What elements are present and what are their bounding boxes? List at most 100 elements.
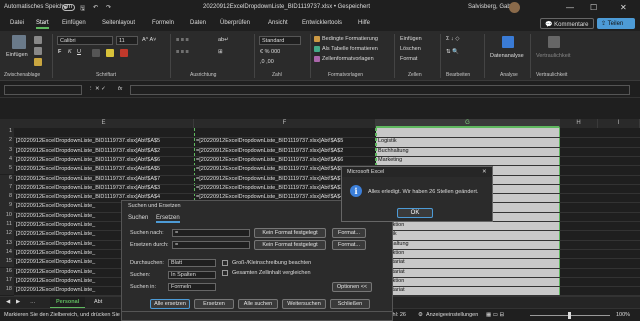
format-painter-icon[interactable] (34, 58, 42, 66)
prev-sheet-icon[interactable]: ◀ (6, 299, 10, 305)
redo-icon[interactable]: ↷ (106, 4, 111, 11)
name-box[interactable] (4, 85, 82, 95)
next-sheet-icon[interactable]: ▶ (16, 299, 20, 305)
sort-filter-icon[interactable]: ⇅ 🔍 (446, 49, 459, 55)
conditional-format-icon[interactable] (314, 36, 320, 42)
find-format-button[interactable]: Format... (332, 228, 366, 238)
tab-suchen[interactable]: Suchen (128, 215, 148, 221)
row-header[interactable]: 4 (0, 155, 14, 166)
align-left-icon[interactable]: ≡ ≡ ≡ (176, 49, 189, 55)
merge-icon[interactable]: ⊞ (218, 49, 223, 55)
cell-e[interactable]: [20220912ExcelDropdownListe_BID1119737.x… (16, 185, 192, 191)
row-header[interactable]: 5 (0, 165, 14, 175)
cell-f[interactable]: =[20220912ExcelDropdownListe_BID1119737.… (196, 157, 374, 163)
row-header[interactable]: 7 (0, 183, 14, 194)
display-settings-icon[interactable]: ⚙ (418, 312, 423, 318)
formula-input[interactable] (130, 85, 630, 95)
message-box-titlebar[interactable]: Microsoft Excel ✕ (342, 167, 492, 177)
cell-g[interactable]: Sekretariat (378, 269, 558, 275)
ok-button[interactable]: OK (397, 208, 433, 218)
row-header[interactable]: 13 (0, 239, 14, 249)
cell-g[interactable]: Produktion (378, 250, 558, 256)
maximize-icon[interactable]: ☐ (590, 3, 597, 12)
menu-ansicht[interactable]: Ansicht (268, 20, 288, 26)
italic-icon[interactable]: K (68, 49, 72, 55)
column-header-f[interactable]: F (194, 119, 376, 128)
zoom-level[interactable]: 100% (616, 312, 630, 318)
column-header-g[interactable]: G (376, 119, 560, 128)
select-all[interactable] (0, 119, 14, 128)
cell-g[interactable]: Sekretariat (378, 259, 558, 265)
currency-icon[interactable]: € % 000 (260, 49, 280, 55)
cell-e[interactable]: [20220912ExcelDropdownListe_BID1119737.x… (16, 148, 192, 154)
cell-g[interactable]: Marketing (378, 157, 558, 163)
cell-e[interactable]: [20220912ExcelDropdownListe_BID1119737.x… (16, 157, 192, 163)
row-header[interactable]: 18 (0, 286, 14, 296)
cell-styles-button[interactable]: Zellenformatvorlagen (322, 56, 374, 62)
data-analysis-icon[interactable] (502, 36, 514, 48)
row-header[interactable]: 9 (0, 202, 14, 212)
replace-format-button[interactable]: Format... (332, 240, 366, 250)
delete-cells-button[interactable]: Löschen (400, 46, 421, 52)
underline-icon[interactable]: U (77, 49, 81, 55)
cell-g[interactable]: Buchhaltung (378, 148, 558, 154)
options-button[interactable]: Optionen << (332, 282, 372, 292)
replace-all-button[interactable]: Alle ersetzen (150, 299, 190, 309)
autosum-icon[interactable]: Σ ↓ ◇ (446, 36, 459, 42)
menu-hilfe[interactable]: Hilfe (358, 20, 370, 26)
menu-start[interactable]: Start (36, 20, 49, 29)
font-size-select[interactable]: 11 (116, 36, 138, 45)
cell-g[interactable]: Buchhaltung (378, 241, 558, 247)
fill-color-icon[interactable] (106, 49, 114, 57)
conditional-format-button[interactable]: Bedingte Formatierung (322, 36, 378, 42)
format-table-icon[interactable] (314, 46, 320, 52)
wrap-text-icon[interactable]: ab↵ (218, 37, 229, 43)
bold-icon[interactable]: F (58, 49, 61, 55)
font-name-select[interactable]: Calibri (57, 36, 113, 45)
view-normal-icon[interactable]: ▦ ▭ ⊟ (486, 312, 504, 318)
undo-icon[interactable]: ↶ (93, 4, 98, 11)
zoom-slider-thumb[interactable] (568, 312, 571, 319)
format-table-button[interactable]: Als Tabelle formatieren (322, 46, 378, 52)
replace-button[interactable]: Ersetzen (194, 299, 234, 309)
display-settings[interactable]: Anzeigeeinstellungen (426, 312, 478, 318)
look-in-select[interactable]: Formeln (168, 283, 216, 291)
column-header-h[interactable]: H (560, 119, 598, 128)
copy-icon[interactable] (34, 47, 42, 55)
insert-cells-button[interactable]: Einfügen (400, 36, 422, 42)
cell-e[interactable]: [20220912ExcelDropdownListe_BID1119737.x… (16, 138, 192, 144)
column-header-e[interactable]: E (14, 119, 194, 128)
replace-with-input[interactable]: = (172, 241, 250, 249)
cell-g[interactable]: Produktion (378, 222, 558, 228)
border-icon[interactable] (92, 49, 100, 57)
comments-button[interactable]: 💬 Kommentare (540, 18, 594, 29)
menu-daten[interactable]: Daten (190, 20, 206, 26)
fx-icon[interactable]: fx (118, 86, 122, 92)
row-header[interactable]: 12 (0, 230, 14, 240)
cell-g[interactable]: Sekretariat (378, 287, 558, 293)
find-what-input[interactable]: = (172, 229, 250, 237)
cell-e[interactable]: [20220912ExcelDropdownListe_BID1119737.x… (16, 166, 192, 172)
cell-g[interactable]: Produktion (378, 278, 558, 284)
row-header[interactable]: 14 (0, 248, 14, 259)
cell-g[interactable]: Logistik (378, 231, 558, 237)
row-header[interactable]: 11 (0, 221, 14, 231)
menu-formeln[interactable]: Formeln (152, 20, 174, 26)
paste-icon[interactable] (12, 35, 26, 49)
row-header[interactable]: 15 (0, 258, 14, 268)
sensitivity-button[interactable]: Vertraulichkeit (536, 53, 571, 59)
data-analysis-button[interactable]: Datenanalyse (490, 53, 524, 59)
format-cells-button[interactable]: Format (400, 56, 417, 62)
match-case-checkbox[interactable] (222, 260, 228, 266)
cell-e[interactable]: [20220912ExcelDropdownListe_BID1119737.x… (16, 176, 192, 182)
close-icon[interactable]: ✕ (620, 3, 627, 12)
match-entire-checkbox[interactable] (222, 270, 228, 276)
cancel-formula-icon[interactable]: ⋮ ✕ ✓ (88, 86, 106, 92)
row-header[interactable]: 3 (0, 146, 14, 156)
row-header[interactable]: 1 (0, 128, 14, 138)
save-icon[interactable]: 🖫 (80, 4, 85, 14)
sensitivity-icon[interactable] (548, 36, 560, 48)
align-top-icon[interactable]: ≡ ≡ ≡ (176, 37, 189, 43)
row-header[interactable]: 6 (0, 174, 14, 184)
number-format-select[interactable]: Standard (259, 36, 301, 45)
